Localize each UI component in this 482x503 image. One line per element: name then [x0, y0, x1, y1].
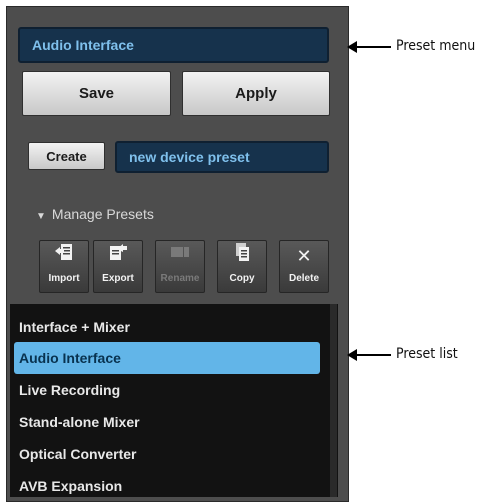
rename-button[interactable]: Rename	[155, 240, 205, 293]
create-button[interactable]: Create	[28, 142, 105, 170]
preset-name-field[interactable]: new device preset	[115, 141, 329, 173]
import-label: Import	[48, 273, 80, 284]
import-button[interactable]: Import	[39, 240, 89, 293]
callout-preset-list: Preset list	[396, 346, 458, 362]
arrowhead-icon	[347, 41, 357, 53]
export-label: Export	[102, 273, 134, 284]
manage-presets-label: Manage Presets	[51, 206, 154, 222]
list-item-audio-interface[interactable]: Audio Interface	[14, 342, 320, 374]
copy-label: Copy	[229, 273, 255, 284]
copy-icon	[218, 241, 266, 271]
preset-menu-arrow	[347, 41, 391, 53]
apply-button[interactable]: Apply	[182, 71, 330, 116]
arrowhead-icon	[347, 349, 357, 361]
export-icon	[94, 241, 142, 271]
preset-list[interactable]: Interface + Mixer Audio Interface Live R…	[10, 304, 338, 497]
callout-preset-menu: Preset menu	[396, 38, 476, 54]
manage-presets-toggle[interactable]: ▼ Manage Presets	[36, 206, 154, 222]
rename-icon	[156, 241, 204, 271]
preset-menu-dropdown[interactable]: Audio Interface	[18, 27, 329, 63]
list-item-stand-alone-mixer[interactable]: Stand-alone Mixer	[10, 406, 322, 438]
copy-button[interactable]: Copy	[217, 240, 267, 293]
import-icon	[40, 241, 88, 271]
preset-list-arrow	[347, 349, 391, 361]
rename-label: Rename	[160, 273, 200, 284]
list-item-interface-mixer[interactable]: Interface + Mixer	[10, 311, 322, 343]
preset-list-scrollbar[interactable]	[330, 304, 337, 497]
disclosure-triangle-icon: ▼	[36, 211, 46, 222]
list-item-avb-expansion[interactable]: AVB Expansion	[10, 470, 322, 497]
list-item-optical-converter[interactable]: Optical Converter	[10, 438, 322, 470]
close-icon: ✕	[296, 246, 312, 266]
export-button[interactable]: Export	[93, 240, 143, 293]
list-item-live-recording[interactable]: Live Recording	[10, 374, 322, 406]
delete-button[interactable]: ✕ Delete	[279, 240, 329, 293]
save-button[interactable]: Save	[22, 71, 171, 116]
delete-label: Delete	[288, 273, 319, 284]
